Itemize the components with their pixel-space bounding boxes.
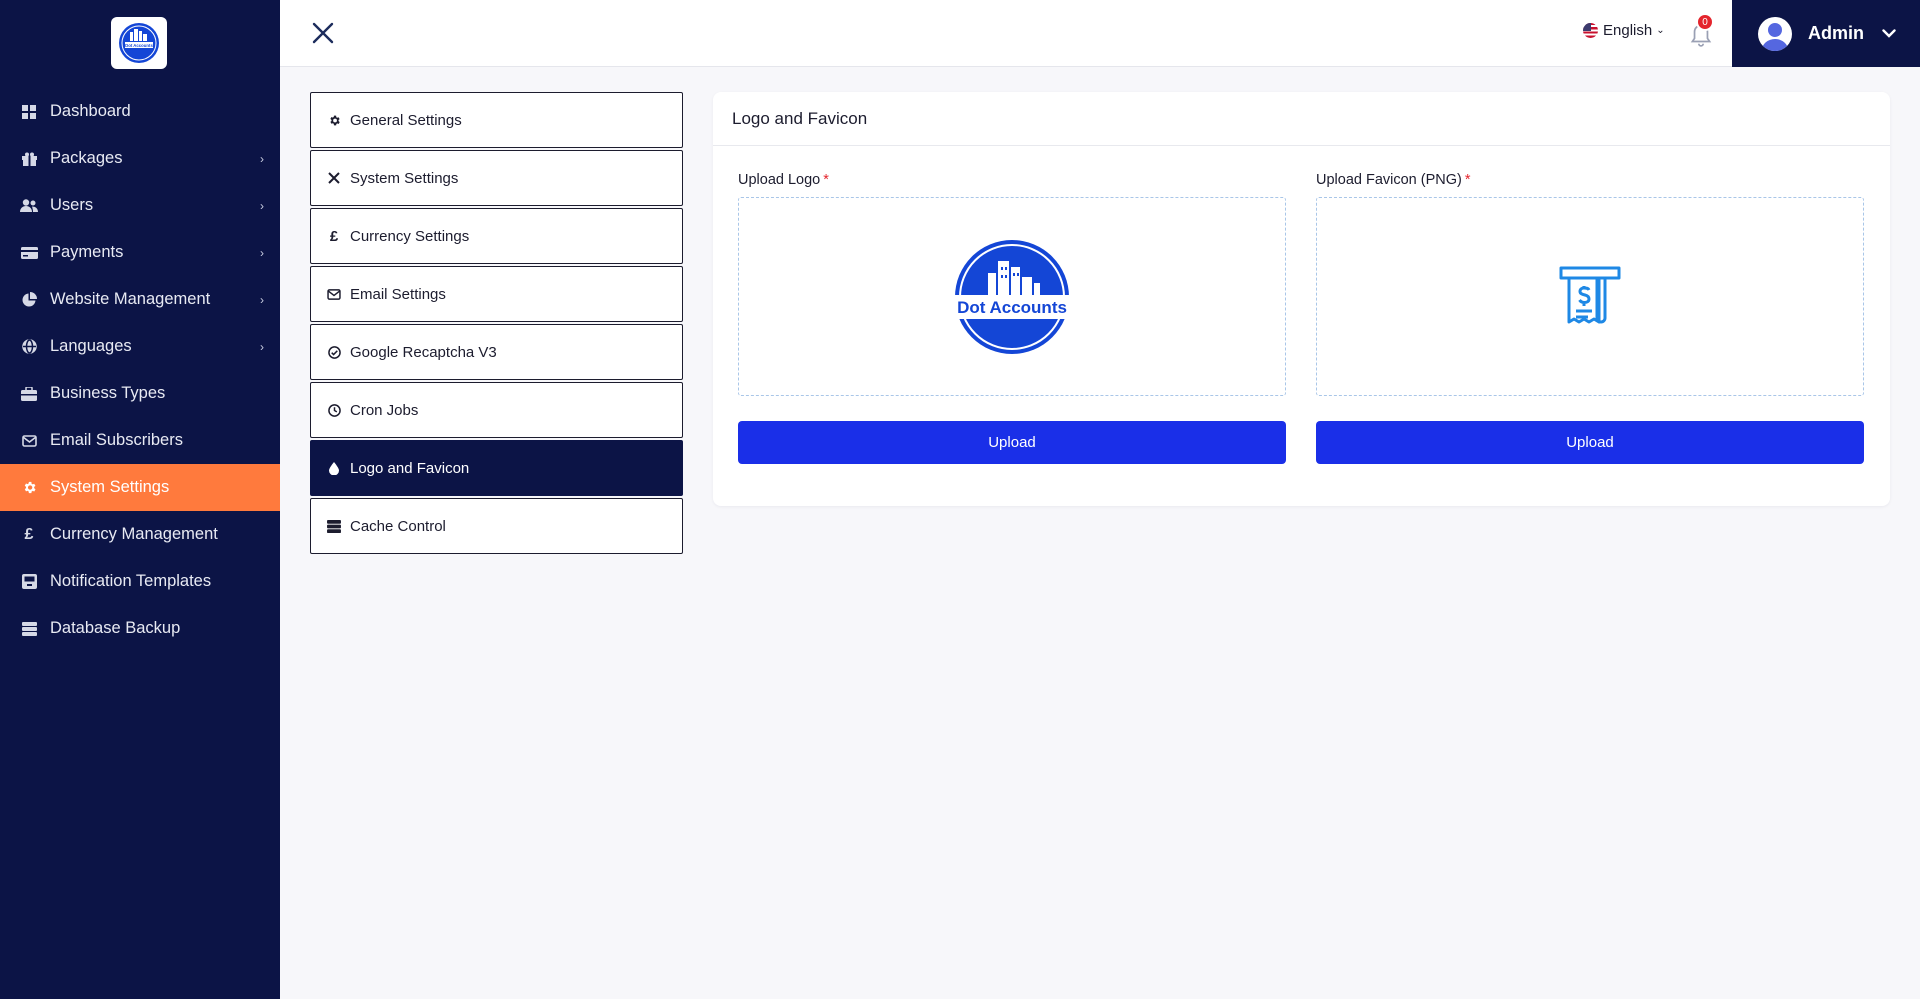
chevron-right-icon: › xyxy=(260,151,264,166)
sidebar-item-label: Database Backup xyxy=(50,619,181,637)
gift-icon xyxy=(20,150,38,168)
inbox-icon xyxy=(20,573,38,591)
sidebar-item-payments[interactable]: Payments › xyxy=(0,229,280,276)
settings-tab-logo-favicon[interactable]: Logo and Favicon xyxy=(310,440,683,496)
gear-icon xyxy=(20,479,38,497)
settings-tab-cron-jobs[interactable]: Cron Jobs xyxy=(310,382,683,438)
check-circle-icon xyxy=(326,345,342,359)
us-flag-icon xyxy=(1583,23,1598,38)
settings-tab-general[interactable]: General Settings xyxy=(310,92,683,148)
sidebar-item-label: System Settings xyxy=(50,478,170,496)
sidebar-item-notification-templates[interactable]: Notification Templates xyxy=(0,558,280,605)
user-menu[interactable]: Admin xyxy=(1732,0,1920,67)
brand-logo-text: Dot Accounts xyxy=(125,43,153,48)
sidebar-item-label: Packages xyxy=(50,149,123,167)
droplet-icon xyxy=(326,461,342,475)
chevron-right-icon: › xyxy=(260,245,264,260)
gear-icon xyxy=(326,114,342,127)
logo-upload-section: Upload Logo * Dot Accounts Upload xyxy=(738,172,1286,464)
top-header: English ⌄ 0 Admin xyxy=(280,0,1920,67)
logo-preview-image: Dot Accounts xyxy=(955,239,1069,354)
sidebar-item-system-settings[interactable]: System Settings xyxy=(0,464,280,511)
close-icon xyxy=(312,22,334,44)
server-icon xyxy=(20,620,38,638)
sidebar-item-label: Website Management xyxy=(50,290,211,308)
clock-icon xyxy=(326,403,342,417)
sidebar-item-label: Email Subscribers xyxy=(50,431,183,449)
settings-tab-email[interactable]: Email Settings xyxy=(310,266,683,322)
tools-icon xyxy=(326,171,342,185)
settings-tab-label: Email Settings xyxy=(350,285,446,303)
settings-tab-label: Google Recaptcha V3 xyxy=(350,343,497,361)
sidebar-item-currency-management[interactable]: £ Currency Management xyxy=(0,511,280,558)
sidebar-item-business-types[interactable]: Business Types xyxy=(0,370,280,417)
sidebar-item-languages[interactable]: Languages › xyxy=(0,323,280,370)
sidebar-item-label: Dashboard xyxy=(50,102,131,120)
logo-favicon-card: Logo and Favicon Upload Logo * Dot Accou… xyxy=(713,92,1890,506)
favicon-upload-section: Upload Favicon (PNG) * Upload xyxy=(1316,172,1864,464)
brand-logo[interactable]: Dot Accounts xyxy=(111,17,167,69)
logo-dropzone[interactable]: Dot Accounts xyxy=(738,197,1286,396)
language-selector[interactable]: English ⌄ xyxy=(1583,22,1665,39)
sidebar-item-label: Payments xyxy=(50,243,124,261)
sidebar-item-label: Notification Templates xyxy=(50,572,212,590)
sidebar-item-label: Users xyxy=(50,196,94,214)
settings-tab-recaptcha[interactable]: Google Recaptcha V3 xyxy=(310,324,683,380)
notification-count-badge: 0 xyxy=(1696,13,1714,31)
pound-icon: £ xyxy=(329,227,339,245)
card-title: Logo and Favicon xyxy=(713,92,1890,146)
upload-logo-button[interactable]: Upload xyxy=(738,421,1286,464)
sidebar-item-label: Business Types xyxy=(50,384,166,402)
settings-tab-currency[interactable]: £ Currency Settings xyxy=(310,208,683,264)
chevron-right-icon: › xyxy=(260,198,264,213)
grid-icon xyxy=(20,103,38,121)
globe-icon xyxy=(20,338,38,356)
settings-tab-label: General Settings xyxy=(350,111,462,129)
database-icon xyxy=(326,519,342,533)
envelope-icon xyxy=(20,432,38,450)
settings-tab-label: Currency Settings xyxy=(350,227,470,245)
sidebar-nav: Dashboard Packages › Users › Payments › xyxy=(0,88,280,652)
sidebar-item-dashboard[interactable]: Dashboard xyxy=(0,88,280,135)
close-sidebar-button[interactable] xyxy=(310,20,336,46)
required-mark: * xyxy=(1464,172,1471,188)
pound-icon: £ xyxy=(24,525,34,543)
sidebar-item-label: Currency Management xyxy=(50,525,218,543)
users-icon xyxy=(20,197,38,215)
required-mark: * xyxy=(823,172,829,188)
sidebar: Dot Accounts Dashboard Packages › Users … xyxy=(0,0,280,999)
receipt-favicon-icon xyxy=(1559,266,1621,323)
sidebar-item-email-subscribers[interactable]: Email Subscribers xyxy=(0,417,280,464)
credit-card-icon xyxy=(20,244,38,262)
favicon-upload-label: Upload Favicon (PNG) * xyxy=(1316,172,1864,188)
logo-upload-label: Upload Logo * xyxy=(738,172,1286,188)
settings-tab-system[interactable]: System Settings xyxy=(310,150,683,206)
settings-menu: General Settings System Settings £ Curre… xyxy=(310,92,683,556)
envelope-icon xyxy=(326,288,342,300)
sidebar-item-label: Languages xyxy=(50,337,132,355)
settings-tab-label: Cache Control xyxy=(350,517,446,535)
sidebar-item-packages[interactable]: Packages › xyxy=(0,135,280,182)
sidebar-item-users[interactable]: Users › xyxy=(0,182,280,229)
chevron-right-icon: › xyxy=(260,339,264,354)
briefcase-icon xyxy=(20,385,38,403)
avatar xyxy=(1758,16,1792,51)
logo-upload-label-text: Upload Logo xyxy=(738,172,821,188)
language-label: English xyxy=(1603,22,1653,39)
chevron-right-icon: › xyxy=(260,292,264,307)
settings-tab-label: Logo and Favicon xyxy=(350,459,470,477)
favicon-upload-label-text: Upload Favicon (PNG) xyxy=(1316,172,1462,188)
settings-tab-label: Cron Jobs xyxy=(350,401,419,419)
favicon-dropzone[interactable] xyxy=(1316,197,1864,396)
chevron-down-icon xyxy=(1882,26,1896,41)
logo-preview-text: Dot Accounts xyxy=(957,298,1067,317)
settings-tab-label: System Settings xyxy=(350,169,459,187)
user-name: Admin xyxy=(1808,23,1864,43)
sidebar-item-database-backup[interactable]: Database Backup xyxy=(0,605,280,652)
settings-tab-cache-control[interactable]: Cache Control xyxy=(310,498,683,554)
sidebar-item-website-management[interactable]: Website Management › xyxy=(0,276,280,323)
pie-chart-icon xyxy=(20,291,38,309)
chevron-down-icon: ⌄ xyxy=(1656,25,1665,36)
upload-favicon-button[interactable]: Upload xyxy=(1316,421,1864,464)
